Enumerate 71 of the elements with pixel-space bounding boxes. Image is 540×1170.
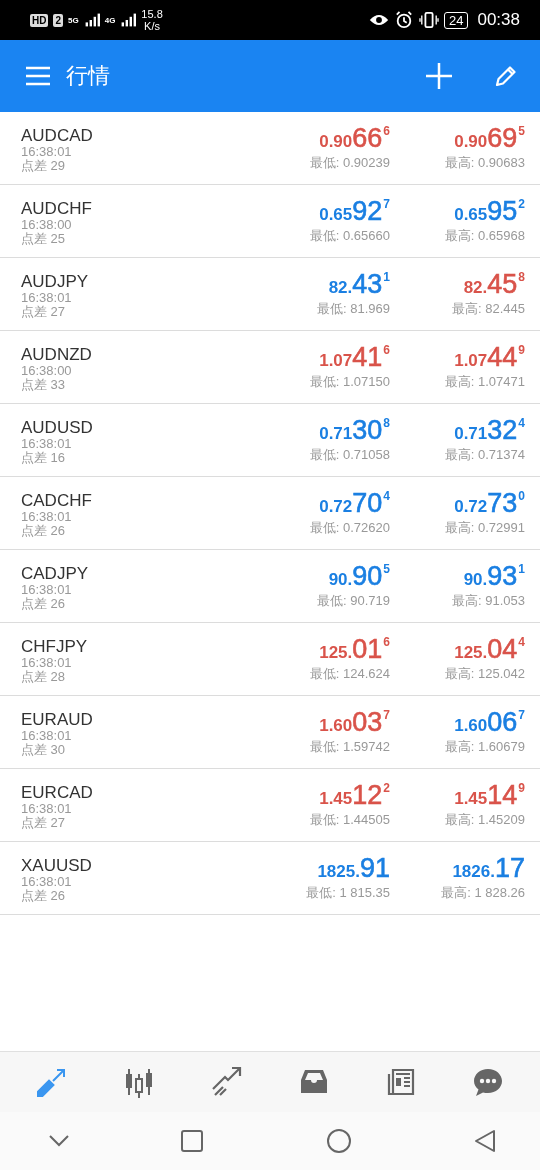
low-price: 最低: 0.71058	[309, 446, 390, 464]
symbol-name: EURAUD	[21, 709, 94, 729]
high-price: 最高: 1 828.26	[441, 884, 525, 902]
low-price: 最低: 0.65660	[309, 227, 390, 245]
symbol-name: AUDJPY	[21, 271, 90, 291]
symbol-name: CHFJPY	[21, 636, 89, 656]
symbol-name: AUDCAD	[21, 125, 94, 145]
network-label: 4G	[104, 15, 116, 25]
spread-label: 点差 30	[21, 742, 67, 757]
vibrate-icon	[419, 11, 439, 29]
quote-time: 16:38:01	[21, 874, 73, 889]
clock: 00:38	[477, 10, 520, 30]
spread-label: 点差 26	[21, 523, 67, 538]
spread-label: 点差 33	[21, 377, 67, 392]
symbol-name: AUDNZD	[21, 344, 93, 364]
high-price: 最高: 0.72991	[444, 519, 525, 537]
quote-time: 16:38:01	[21, 509, 73, 524]
network-label: 5G	[68, 15, 79, 25]
quote-time: 16:38:01	[21, 144, 73, 159]
battery-indicator: 24	[444, 11, 469, 29]
spread-label: 点差 26	[21, 596, 67, 611]
symbol-name: AUDCHF	[21, 198, 93, 218]
sim-badge: 2	[53, 13, 63, 27]
low-price: 最低: 1.59742	[309, 738, 390, 756]
low-price: 最低: 1.44505	[309, 811, 390, 829]
quote-time: 16:38:00	[21, 217, 73, 232]
low-price: 最低: 90.719	[317, 592, 390, 610]
symbol-name: AUDUSD	[21, 417, 94, 437]
spread-label: 点差 27	[21, 815, 67, 830]
symbol-name: CADJPY	[21, 563, 90, 583]
quote-time: 16:38:01	[21, 801, 73, 816]
quote-time: 16:38:01	[21, 582, 73, 597]
spread-label: 点差 27	[21, 304, 67, 319]
high-price: 最高: 1.07471	[444, 373, 525, 391]
high-price: 最高: 0.65968	[444, 227, 525, 245]
hd-badge: HD	[30, 13, 49, 27]
high-price: 最高: 0.90683	[444, 154, 525, 172]
high-price: 最高: 125.042	[444, 665, 525, 683]
low-price: 最低: 0.90239	[309, 154, 390, 172]
symbol-name: CADCHF	[21, 490, 93, 510]
symbol-name: EURCAD	[21, 782, 94, 802]
low-price: 最低: 1 815.35	[306, 884, 390, 902]
spread-label: 点差 25	[21, 231, 67, 246]
alarm-icon	[394, 11, 414, 29]
spread-label: 点差 26	[21, 888, 67, 903]
low-price: 最低: 1.07150	[309, 373, 390, 391]
quote-row[interactable]: XAUUSD 16:38:01 点差 26 1825.91 最低: 1 815.35 1826.17 最高: 1 828.26	[0, 842, 540, 915]
quote-time: 16:38:01	[21, 655, 73, 670]
spread-label: 点差 28	[21, 669, 67, 684]
low-price: 最低: 124.624	[309, 665, 390, 683]
bid-price: 1825.91	[317, 854, 390, 882]
speed-unit: K/s	[144, 20, 160, 32]
spread-label: 点差 16	[21, 450, 67, 465]
high-price: 最高: 91.053	[452, 592, 525, 610]
high-price: 最高: 1.60679	[444, 738, 525, 756]
low-price: 最低: 81.969	[317, 300, 390, 318]
ask-price: 1826.17	[452, 854, 525, 882]
spread-label: 点差 29	[21, 158, 67, 173]
quote-time: 16:38:01	[21, 290, 73, 305]
high-price: 最高: 1.45209	[444, 811, 525, 829]
quote-time: 16:38:01	[21, 728, 73, 743]
high-price: 最高: 82.445	[452, 300, 525, 318]
page-title: 行情	[66, 62, 110, 90]
low-price: 最低: 0.72620	[309, 519, 390, 537]
quote-time: 16:38:01	[21, 436, 73, 451]
network-speed: 15.8	[141, 8, 163, 20]
signal-icon	[120, 13, 137, 27]
quote-time: 16:38:00	[21, 363, 73, 378]
signal-icon	[83, 13, 100, 27]
symbol-name: XAUUSD	[21, 855, 93, 875]
high-price: 最高: 0.71374	[444, 446, 525, 464]
